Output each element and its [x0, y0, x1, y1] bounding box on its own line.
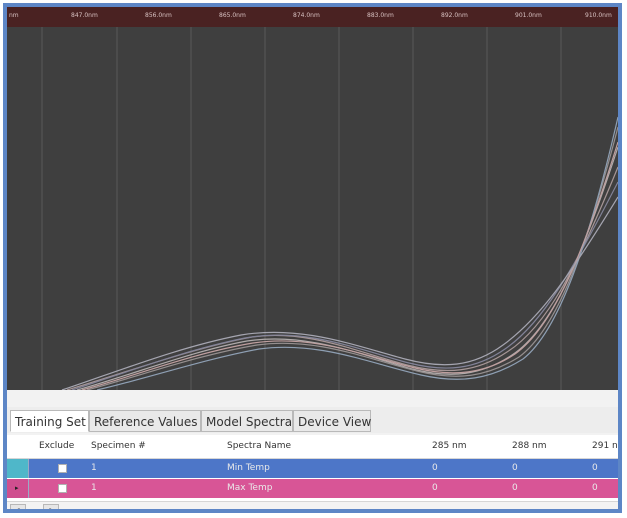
- exclude-checkbox[interactable]: [58, 484, 67, 493]
- column-header-291nm[interactable]: 291 nm: [592, 441, 618, 451]
- spectrum-line: [86, 126, 618, 390]
- spectra-name-cell: Min Temp: [227, 463, 270, 473]
- row-selector[interactable]: [7, 459, 29, 478]
- specimen-cell: 1: [91, 463, 97, 473]
- value-288nm-cell: 0: [512, 483, 518, 493]
- value-291nm-cell: 0: [592, 483, 598, 493]
- value-285nm-cell: 0: [432, 483, 438, 493]
- tab-model-spectra[interactable]: Model Spectra: [201, 410, 293, 432]
- column-header-288nm[interactable]: 288 nm: [512, 441, 547, 451]
- exclude-checkbox[interactable]: [58, 464, 67, 473]
- value-291nm-cell: 0: [592, 463, 598, 473]
- spectrum-line: [66, 166, 618, 390]
- tab-bar: Training Set Reference Values Model Spec…: [7, 407, 618, 433]
- row-selector[interactable]: ▸: [7, 479, 29, 498]
- column-header-specimen[interactable]: Specimen #: [91, 441, 146, 451]
- spectra-curves: [41, 27, 618, 390]
- table-row[interactable]: 1 Min Temp 0 0 0: [7, 459, 618, 478]
- chevron-right-icon[interactable]: ▸: [43, 504, 59, 509]
- spectrum-line: [96, 116, 618, 390]
- value-285nm-cell: 0: [432, 463, 438, 473]
- chevron-left-icon[interactable]: ◂: [10, 504, 26, 509]
- value-288nm-cell: 0: [512, 463, 518, 473]
- spectrum-line: [61, 196, 618, 390]
- column-header-exclude[interactable]: Exclude: [39, 441, 74, 451]
- table-row[interactable]: ▸ 1 Max Temp 0 0 0: [7, 479, 618, 498]
- spectra-name-cell: Max Temp: [227, 483, 273, 493]
- spectrum-line: [76, 146, 618, 390]
- horizontal-scrollbar[interactable]: ◂ ▸: [7, 501, 618, 509]
- app-frame: nm 847.0nm 856.0nm 865.0nm 874.0nm 883.0…: [3, 3, 622, 513]
- tab-reference-values[interactable]: Reference Values: [89, 410, 201, 432]
- spectra-plot[interactable]: nm 847.0nm 856.0nm 865.0nm 874.0nm 883.0…: [7, 7, 618, 390]
- tab-training-set[interactable]: Training Set: [10, 410, 89, 432]
- specimen-cell: 1: [91, 483, 97, 493]
- column-header-285nm[interactable]: 285 nm: [432, 441, 467, 451]
- column-header-spectra-name[interactable]: Spectra Name: [227, 441, 291, 451]
- triangle-right-icon: ▸: [15, 484, 19, 492]
- tab-device-view[interactable]: Device View: [293, 410, 371, 432]
- training-set-table: Exclude Specimen # Spectra Name 285 nm 2…: [7, 435, 618, 509]
- table-header: Exclude Specimen # Spectra Name 285 nm 2…: [7, 435, 618, 459]
